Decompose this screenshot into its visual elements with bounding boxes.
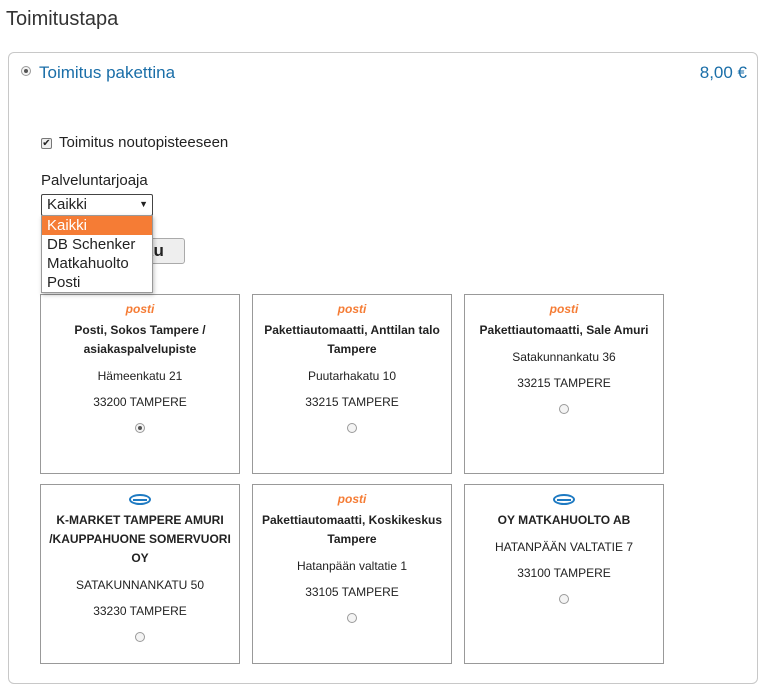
provider-dropdown: Kaikki DB Schenker Matkahuolto Posti [41, 215, 153, 293]
pickup-point-card[interactable]: posti Posti, Sokos Tampere / asiakaspalve… [40, 294, 240, 474]
point-name: Pakettiautomaatti, Sale Amuri [479, 323, 649, 337]
point-city: 33215 TAMPERE [305, 395, 399, 409]
point-city: 33215 TAMPERE [517, 376, 611, 390]
point-name: Pakettiautomaatti, Koskikeskus Tampere [261, 513, 443, 546]
carrier-logo [465, 491, 663, 507]
point-city: 33230 TAMPERE [93, 604, 187, 618]
carrier-logo: posti [465, 301, 663, 317]
method-label[interactable]: Toimitus pakettina [39, 63, 175, 83]
point-radio[interactable] [135, 423, 145, 433]
provider-select-value: Kaikki [47, 196, 88, 213]
provider-option[interactable]: DB Schenker [42, 235, 152, 254]
pickup-point-card[interactable]: posti Pakettiautomaatti, Anttilan talo Ta… [252, 294, 452, 474]
carrier-logo: posti [253, 491, 451, 507]
provider-label: Palveluntarjoaja [41, 172, 148, 189]
point-city: 33200 TAMPERE [93, 395, 187, 409]
carrier-logo: posti [41, 301, 239, 317]
point-name: Pakettiautomaatti, Anttilan talo Tampere [264, 323, 440, 356]
point-street: Puutarhakatu 10 [307, 369, 397, 383]
point-street: Satakunnankatu 36 [512, 350, 616, 364]
point-radio[interactable] [559, 594, 569, 604]
matkahuolto-logo-icon [553, 493, 575, 505]
point-street: SATAKUNNANKATU 50 [75, 578, 205, 592]
posti-logo-icon: posti [337, 302, 367, 316]
posti-logo-icon: posti [337, 492, 367, 506]
point-radio[interactable] [347, 613, 357, 623]
carrier-logo [41, 491, 239, 507]
point-street: Hämeenkatu 21 [97, 369, 183, 383]
point-radio[interactable] [347, 423, 357, 433]
point-city: 33100 TAMPERE [517, 566, 611, 580]
pickup-point-card[interactable]: posti Pakettiautomaatti, Sale Amuri Sataku… [464, 294, 664, 474]
method-radio[interactable] [21, 66, 31, 76]
provider-option[interactable]: Kaikki [42, 216, 152, 235]
provider-option[interactable]: Matkahuolto [42, 254, 152, 273]
point-city: 33105 TAMPERE [305, 585, 399, 599]
provider-select[interactable]: Kaikki ▼ [41, 194, 153, 216]
point-radio[interactable] [135, 632, 145, 642]
method-price: 8,00 € [699, 63, 747, 82]
posti-logo-icon: posti [549, 302, 579, 316]
point-street: HATANPÄÄN VALTATIE 7 [494, 540, 634, 554]
point-name: OY MATKAHUOLTO AB [497, 513, 631, 527]
pickup-point-card[interactable]: posti Pakettiautomaatti, Koskikeskus Tamp… [252, 484, 452, 664]
page-title: Toimitustapa [6, 8, 119, 30]
pickup-checkbox-label[interactable]: Toimitus noutopisteeseen [59, 134, 228, 151]
matkahuolto-logo-icon [129, 493, 151, 505]
pickup-point-card[interactable]: OY MATKAHUOLTO AB HATANPÄÄN VALTATIE 7 331… [464, 484, 664, 664]
pickup-point-card[interactable]: K-MARKET TAMPERE AMURI /KAUPPAHUONE SOME… [40, 484, 240, 664]
point-name: K-MARKET TAMPERE AMURI /KAUPPAHUONE SOME… [49, 513, 231, 565]
pickup-checkbox[interactable]: ✔ [41, 138, 52, 149]
provider-option[interactable]: Posti [42, 273, 152, 292]
point-street: Hatanpään valtatie 1 [296, 559, 408, 573]
delivery-method-panel: Toimitus pakettina 8,00 € ✔ Toimitus nou… [8, 52, 758, 684]
point-name: Posti, Sokos Tampere / asiakaspalvelupis… [74, 323, 206, 356]
carrier-logo: posti [253, 301, 451, 317]
posti-logo-icon: posti [125, 302, 155, 316]
point-radio[interactable] [559, 404, 569, 414]
chevron-down-icon: ▼ [139, 199, 148, 209]
